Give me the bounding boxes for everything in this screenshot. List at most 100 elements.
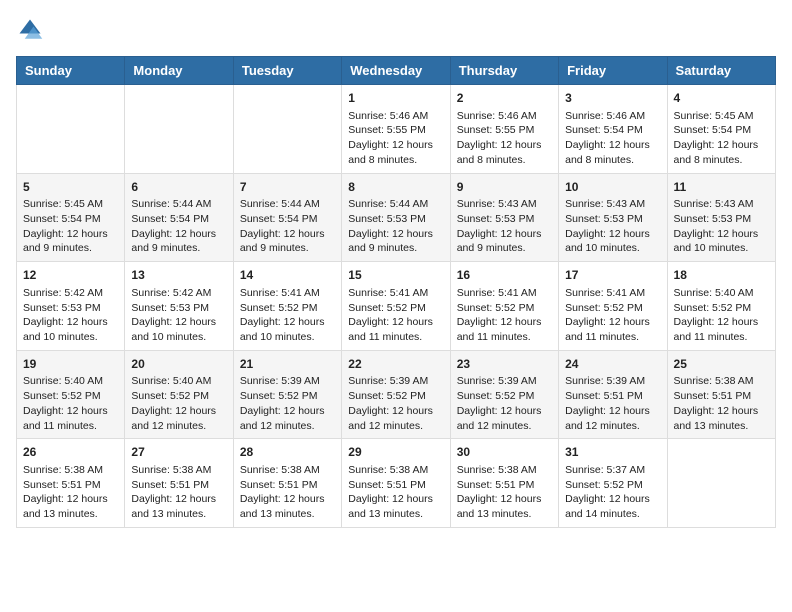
day-number: 18	[674, 267, 769, 284]
day-info: and 11 minutes.	[348, 330, 443, 345]
day-info: Sunrise: 5:40 AM	[674, 286, 769, 301]
day-info: Sunrise: 5:39 AM	[565, 374, 660, 389]
day-number: 25	[674, 356, 769, 373]
day-info: Sunset: 5:51 PM	[565, 389, 660, 404]
day-info: Sunset: 5:52 PM	[457, 301, 552, 316]
day-number: 24	[565, 356, 660, 373]
day-info: Daylight: 12 hours	[674, 138, 769, 153]
day-info: Sunset: 5:52 PM	[565, 478, 660, 493]
day-info: Sunset: 5:51 PM	[457, 478, 552, 493]
day-number: 1	[348, 90, 443, 107]
day-info: Sunset: 5:52 PM	[348, 301, 443, 316]
calendar-cell: 31Sunrise: 5:37 AMSunset: 5:52 PMDayligh…	[559, 439, 667, 528]
day-info: Daylight: 12 hours	[131, 315, 226, 330]
day-info: and 8 minutes.	[457, 153, 552, 168]
day-info: Daylight: 12 hours	[348, 138, 443, 153]
day-info: Sunset: 5:52 PM	[23, 389, 118, 404]
day-info: and 10 minutes.	[674, 241, 769, 256]
day-info: and 13 minutes.	[457, 507, 552, 522]
calendar-cell	[125, 85, 233, 174]
day-number: 8	[348, 179, 443, 196]
day-number: 31	[565, 444, 660, 461]
calendar-cell: 17Sunrise: 5:41 AMSunset: 5:52 PMDayligh…	[559, 262, 667, 351]
day-info: Daylight: 12 hours	[457, 227, 552, 242]
calendar-week-row: 1Sunrise: 5:46 AMSunset: 5:55 PMDaylight…	[17, 85, 776, 174]
day-info: Sunset: 5:52 PM	[240, 301, 335, 316]
day-info: Sunrise: 5:41 AM	[565, 286, 660, 301]
day-number: 20	[131, 356, 226, 373]
calendar-cell	[17, 85, 125, 174]
day-info: Sunset: 5:51 PM	[348, 478, 443, 493]
day-info: Daylight: 12 hours	[674, 227, 769, 242]
day-number: 23	[457, 356, 552, 373]
day-info: Sunrise: 5:39 AM	[240, 374, 335, 389]
logo-icon	[16, 16, 44, 44]
calendar-cell: 10Sunrise: 5:43 AMSunset: 5:53 PMDayligh…	[559, 173, 667, 262]
day-info: and 10 minutes.	[565, 241, 660, 256]
day-info: Sunrise: 5:40 AM	[23, 374, 118, 389]
day-info: Sunset: 5:55 PM	[457, 123, 552, 138]
day-info: Sunset: 5:52 PM	[131, 389, 226, 404]
day-info: and 10 minutes.	[240, 330, 335, 345]
day-info: Daylight: 12 hours	[457, 315, 552, 330]
calendar-cell	[233, 85, 341, 174]
day-info: Sunrise: 5:39 AM	[348, 374, 443, 389]
day-info: Sunset: 5:53 PM	[565, 212, 660, 227]
calendar-week-row: 12Sunrise: 5:42 AMSunset: 5:53 PMDayligh…	[17, 262, 776, 351]
day-info: Daylight: 12 hours	[565, 404, 660, 419]
day-info: Daylight: 12 hours	[565, 492, 660, 507]
day-info: Daylight: 12 hours	[565, 138, 660, 153]
day-info: and 12 minutes.	[240, 419, 335, 434]
day-info: Sunrise: 5:38 AM	[348, 463, 443, 478]
calendar-cell: 16Sunrise: 5:41 AMSunset: 5:52 PMDayligh…	[450, 262, 558, 351]
day-info: Sunrise: 5:41 AM	[457, 286, 552, 301]
day-info: and 8 minutes.	[565, 153, 660, 168]
day-info: Sunset: 5:51 PM	[131, 478, 226, 493]
day-info: Sunset: 5:53 PM	[348, 212, 443, 227]
calendar-cell: 29Sunrise: 5:38 AMSunset: 5:51 PMDayligh…	[342, 439, 450, 528]
day-number: 10	[565, 179, 660, 196]
day-info: Daylight: 12 hours	[674, 315, 769, 330]
calendar-cell: 1Sunrise: 5:46 AMSunset: 5:55 PMDaylight…	[342, 85, 450, 174]
day-info: and 12 minutes.	[565, 419, 660, 434]
day-number: 7	[240, 179, 335, 196]
day-info: Sunrise: 5:44 AM	[240, 197, 335, 212]
calendar-cell: 27Sunrise: 5:38 AMSunset: 5:51 PMDayligh…	[125, 439, 233, 528]
day-info: Sunset: 5:54 PM	[23, 212, 118, 227]
day-info: Daylight: 12 hours	[23, 492, 118, 507]
day-info: and 8 minutes.	[674, 153, 769, 168]
day-info: Sunrise: 5:46 AM	[457, 109, 552, 124]
day-info: Daylight: 12 hours	[131, 227, 226, 242]
calendar-cell: 19Sunrise: 5:40 AMSunset: 5:52 PMDayligh…	[17, 350, 125, 439]
calendar-cell: 13Sunrise: 5:42 AMSunset: 5:53 PMDayligh…	[125, 262, 233, 351]
day-info: Sunrise: 5:41 AM	[240, 286, 335, 301]
day-number: 17	[565, 267, 660, 284]
day-info: Sunset: 5:52 PM	[457, 389, 552, 404]
day-number: 29	[348, 444, 443, 461]
day-info: Sunset: 5:53 PM	[131, 301, 226, 316]
day-info: and 13 minutes.	[240, 507, 335, 522]
day-info: and 12 minutes.	[457, 419, 552, 434]
day-info: Sunrise: 5:43 AM	[565, 197, 660, 212]
calendar-cell: 26Sunrise: 5:38 AMSunset: 5:51 PMDayligh…	[17, 439, 125, 528]
day-info: Daylight: 12 hours	[457, 138, 552, 153]
day-info: and 9 minutes.	[348, 241, 443, 256]
calendar-cell: 23Sunrise: 5:39 AMSunset: 5:52 PMDayligh…	[450, 350, 558, 439]
day-info: Sunset: 5:53 PM	[674, 212, 769, 227]
day-info: and 12 minutes.	[131, 419, 226, 434]
day-info: Sunset: 5:52 PM	[240, 389, 335, 404]
day-info: Daylight: 12 hours	[240, 227, 335, 242]
logo	[16, 16, 48, 44]
day-info: and 10 minutes.	[131, 330, 226, 345]
day-info: and 10 minutes.	[23, 330, 118, 345]
day-info: Sunset: 5:52 PM	[674, 301, 769, 316]
calendar-cell: 2Sunrise: 5:46 AMSunset: 5:55 PMDaylight…	[450, 85, 558, 174]
calendar-cell	[667, 439, 775, 528]
day-info: Sunrise: 5:43 AM	[457, 197, 552, 212]
day-info: Sunrise: 5:38 AM	[240, 463, 335, 478]
day-info: Sunrise: 5:42 AM	[131, 286, 226, 301]
calendar-cell: 25Sunrise: 5:38 AMSunset: 5:51 PMDayligh…	[667, 350, 775, 439]
day-info: and 13 minutes.	[674, 419, 769, 434]
column-header-wednesday: Wednesday	[342, 57, 450, 85]
day-number: 3	[565, 90, 660, 107]
